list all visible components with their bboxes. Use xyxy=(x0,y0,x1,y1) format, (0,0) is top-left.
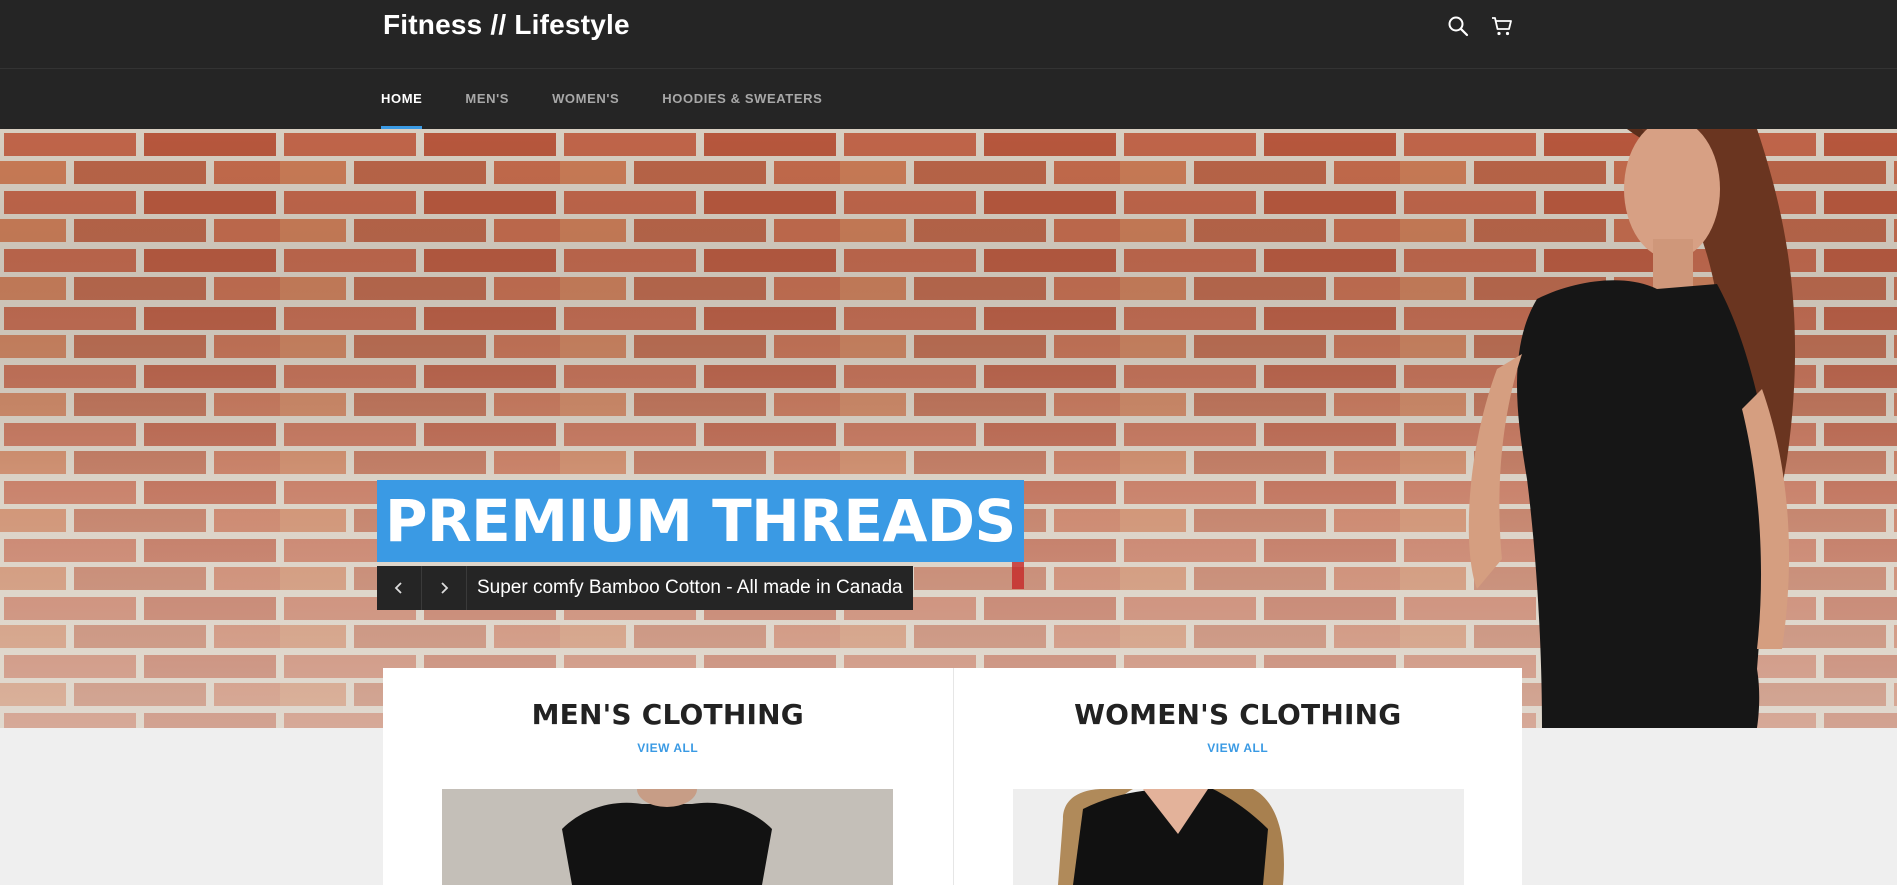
view-all-link[interactable]: VIEW ALL xyxy=(954,741,1523,755)
hero-slideshow: PREMIUM THREADS Super comfy Bamboo Cotto… xyxy=(0,129,1897,728)
main-nav: HOME MEN'S WOMEN'S HOODIES & SWEATERS xyxy=(0,69,1897,129)
cart-icon[interactable] xyxy=(1490,14,1514,38)
collection-mens[interactable]: MEN'S CLOTHING VIEW ALL xyxy=(383,668,953,885)
view-all-link[interactable]: VIEW ALL xyxy=(383,741,953,755)
nav-item-hoodies-sweaters[interactable]: HOODIES & SWEATERS xyxy=(662,69,822,129)
collection-title[interactable]: MEN'S CLOTHING xyxy=(383,698,953,731)
featured-collections: MEN'S CLOTHING VIEW ALL WOMEN'S CLOTHING… xyxy=(383,668,1522,885)
search-icon[interactable] xyxy=(1446,14,1470,38)
nav-item-womens[interactable]: WOMEN'S xyxy=(552,69,619,129)
womens-collection-image[interactable] xyxy=(1012,789,1464,885)
nav-item-mens[interactable]: MEN'S xyxy=(465,69,509,129)
mens-collection-image[interactable] xyxy=(442,789,893,885)
collection-title[interactable]: WOMEN'S CLOTHING xyxy=(954,698,1523,731)
site-logo[interactable]: Fitness // Lifestyle xyxy=(383,9,630,41)
collection-womens[interactable]: WOMEN'S CLOTHING VIEW ALL xyxy=(952,668,1523,885)
hero-title: PREMIUM THREADS xyxy=(377,480,1024,562)
nav-item-home[interactable]: HOME xyxy=(381,69,423,129)
slideshow-controls: Super comfy Bamboo Cotton - All made in … xyxy=(377,566,913,610)
header-actions xyxy=(1446,14,1514,38)
top-header: Fitness // Lifestyle xyxy=(0,0,1897,69)
hero-caption: Super comfy Bamboo Cotton - All made in … xyxy=(467,566,913,610)
chevron-right-icon[interactable] xyxy=(422,566,467,610)
model-photo xyxy=(1468,129,1796,728)
chevron-left-icon[interactable] xyxy=(377,566,422,610)
